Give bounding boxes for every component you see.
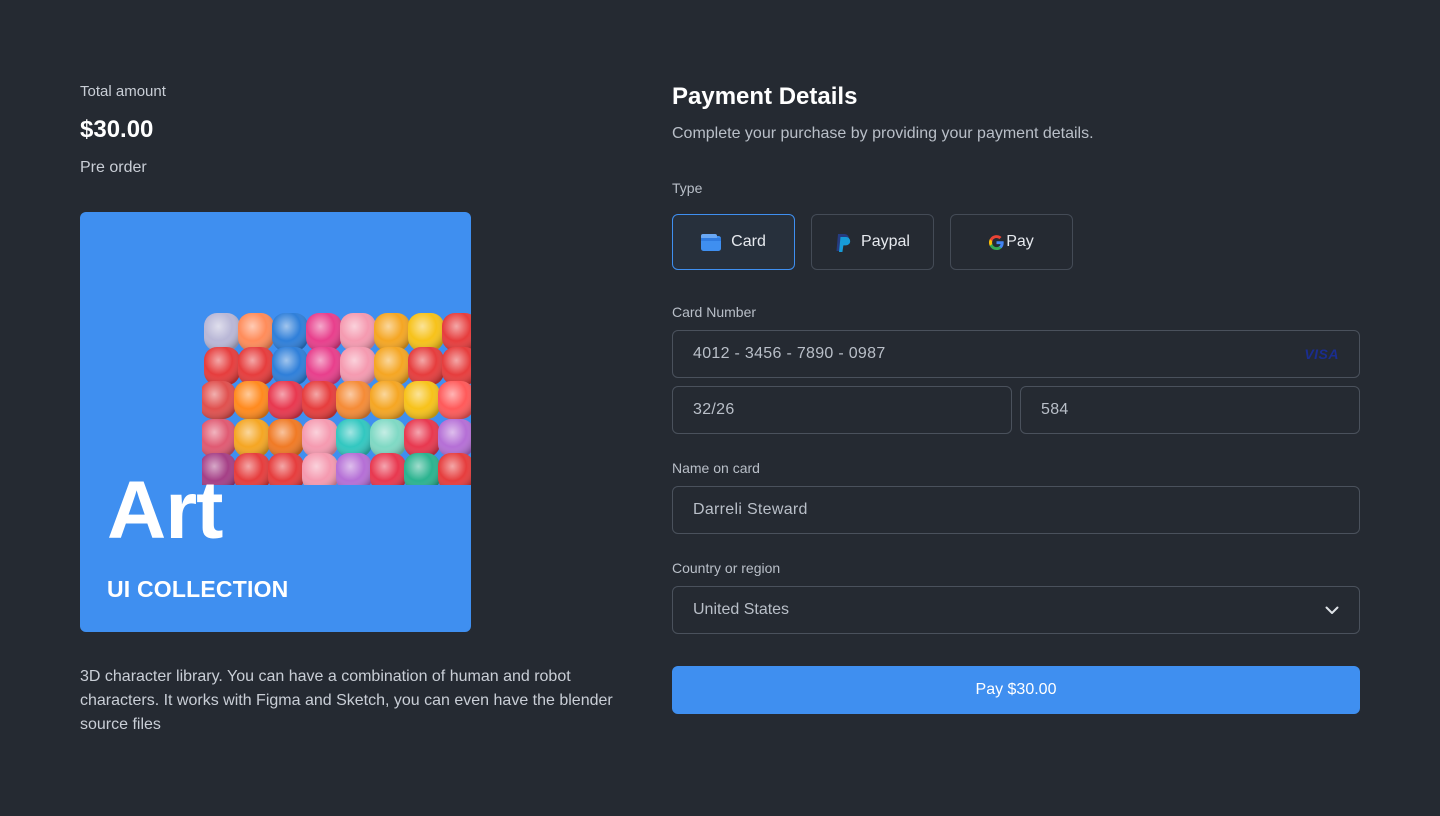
- card-number-field: VISA: [672, 330, 1360, 378]
- name-on-card-label: Name on card: [672, 460, 760, 476]
- sofa-cushion-shine: [302, 381, 338, 419]
- country-select[interactable]: United States: [672, 586, 1360, 634]
- sofa-cushion-shine: [336, 381, 372, 419]
- sofa-cushion-shine: [302, 419, 338, 457]
- total-amount-value: $30.00: [80, 116, 154, 143]
- name-on-card-field: [672, 486, 1360, 534]
- type-label: Type: [672, 180, 703, 196]
- country-select-value: United States: [693, 601, 790, 618]
- sofa-cushion-shine: [374, 313, 410, 351]
- name-on-card-input[interactable]: [693, 501, 1339, 519]
- sofa-cushion-shine: [438, 381, 471, 419]
- sofa-cushion-shine: [438, 453, 471, 485]
- paypal-icon: [836, 233, 851, 252]
- sofa-cushion-shine: [408, 347, 444, 385]
- sofa-cushion-shine: [408, 313, 444, 351]
- country-label: Country or region: [672, 560, 781, 576]
- sofa-cushion-shine: [370, 419, 406, 457]
- payment-type-card-button[interactable]: Card: [672, 214, 795, 270]
- sofa-cushion-shine: [272, 347, 308, 385]
- product-image-card: Art UI COLLECTION: [80, 212, 471, 632]
- sofa-cushion-shine: [204, 313, 240, 351]
- payment-type-gpay-button[interactable]: Pay: [950, 214, 1073, 270]
- payment-type-card-label: Card: [731, 233, 766, 250]
- sofa-cushion-shine: [268, 419, 304, 457]
- sofa-cushion-shine: [268, 453, 304, 485]
- google-icon: [989, 234, 1004, 250]
- sofa-cushion-shine: [234, 453, 270, 485]
- total-amount-label: Total amount: [80, 83, 166, 100]
- sofa-cushion-shine: [234, 419, 270, 457]
- expiry-input[interactable]: [693, 401, 991, 419]
- sofa-cushion-shine: [306, 347, 342, 385]
- sofa-cushion-shine: [404, 453, 440, 485]
- sofa-cushion-shine: [438, 419, 471, 457]
- payment-subheading: Complete your purchase by providing your…: [672, 125, 1094, 142]
- sofa-cushion-shine: [204, 347, 240, 385]
- sofa-cushion-shine: [340, 347, 376, 385]
- card-number-input[interactable]: [693, 345, 1295, 363]
- sofa-cushion-shine: [442, 313, 471, 351]
- chevron-down-icon: [1325, 606, 1339, 614]
- sofa-cushion-shine: [340, 313, 376, 351]
- sofa-cushion-shine: [268, 381, 304, 419]
- sofa-cushion-shine: [202, 381, 236, 419]
- payment-type-paypal-label: Paypal: [861, 233, 910, 250]
- sofa-cushion-shine: [370, 453, 406, 485]
- checkout-page: Total amount $30.00 Pre order Art UI COL…: [0, 0, 1440, 816]
- sofa-cushion-shine: [370, 381, 406, 419]
- wallet-icon: [701, 233, 722, 251]
- cvc-input[interactable]: [1041, 401, 1339, 419]
- pay-button[interactable]: Pay $30.00: [672, 666, 1360, 714]
- product-title: Art: [107, 465, 223, 556]
- card-number-label: Card Number: [672, 304, 757, 320]
- sofa-cushion-shine: [374, 347, 410, 385]
- product-description: 3D character library. You can have a com…: [80, 668, 613, 733]
- payment-type-gpay-label: Pay: [1006, 233, 1034, 250]
- sofa-cushion-shine: [404, 419, 440, 457]
- sofa-illustration: [202, 313, 471, 485]
- sofa-cushion-shine: [234, 381, 270, 419]
- sofa-cushion-shine: [336, 419, 372, 457]
- payment-heading: Payment Details: [672, 83, 858, 110]
- sofa-cushion-shine: [336, 453, 372, 485]
- sofa-cushion-shine: [306, 313, 342, 351]
- sofa-cushion-shine: [238, 313, 274, 351]
- cvc-field: [1020, 386, 1360, 434]
- visa-logo: VISA: [1304, 346, 1339, 362]
- sofa-cushion-shine: [238, 347, 274, 385]
- product-subtitle: UI COLLECTION: [107, 576, 289, 602]
- sofa-cushion-shine: [202, 419, 236, 457]
- expiry-field: [672, 386, 1012, 434]
- payment-type-paypal-button[interactable]: Paypal: [811, 214, 934, 270]
- sofa-cushion-shine: [442, 347, 471, 385]
- sofa-cushion-shine: [302, 453, 338, 485]
- order-type-label: Pre order: [80, 159, 147, 176]
- sofa-cushion-shine: [404, 381, 440, 419]
- sofa-cushion-shine: [272, 313, 308, 351]
